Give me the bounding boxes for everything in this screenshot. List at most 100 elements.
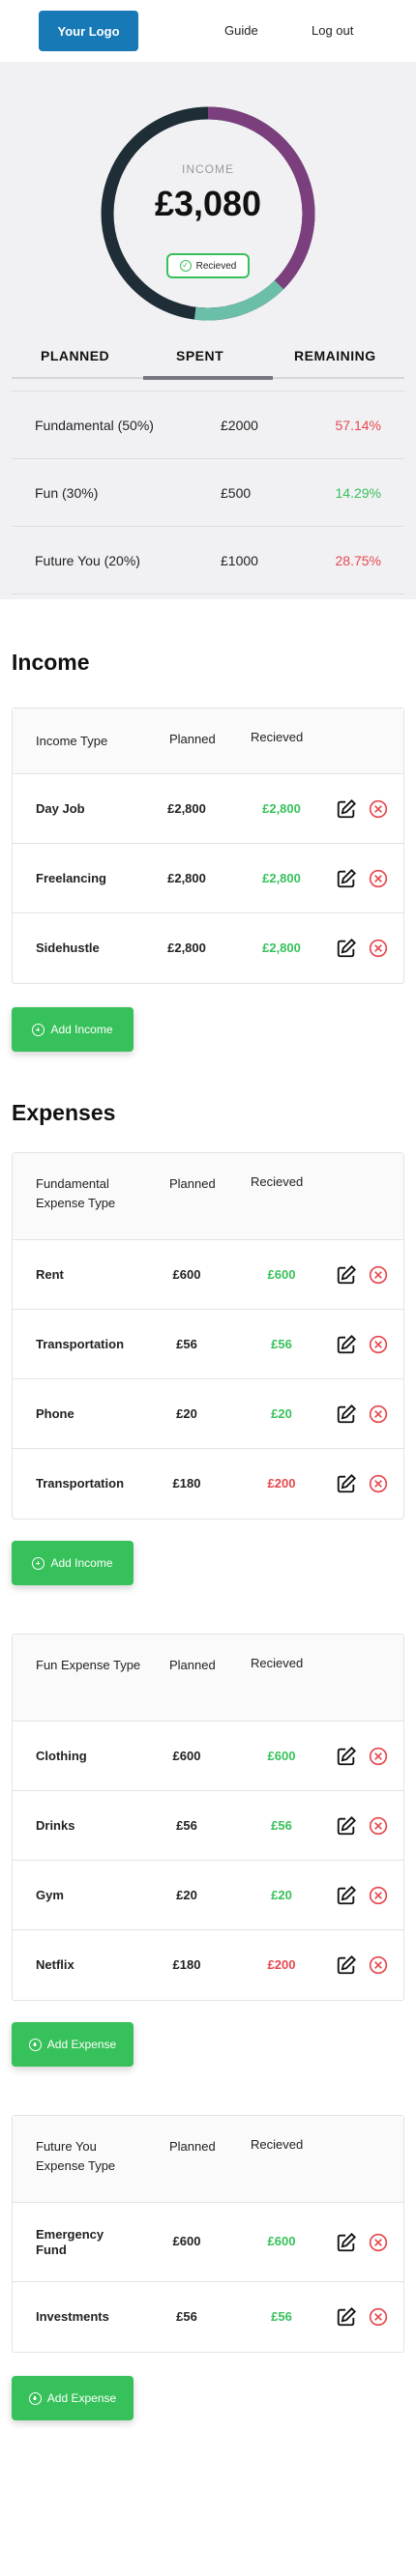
top-header: Your Logo Guide Log out <box>0 0 416 62</box>
row-recieved: £2,800 <box>262 941 301 955</box>
delete-icon[interactable] <box>369 1816 388 1836</box>
header-recieved: Recieved <box>251 1656 304 1670</box>
fun-table-header: Fun Expense Type Planned Recieved <box>13 1635 403 1722</box>
delete-icon[interactable] <box>369 1404 388 1424</box>
delete-icon[interactable] <box>369 1886 388 1905</box>
table-row: Transportation £56 £56 <box>13 1310 403 1379</box>
table-row: Sidehustle £2,800 £2,800 <box>13 913 403 983</box>
category-row: Fundamental (50%) £2000 57.14% <box>12 391 404 459</box>
table-row: Netflix £180 £200 <box>13 1930 403 2000</box>
delete-icon[interactable] <box>369 799 388 819</box>
add-income-label: Add Income <box>50 1023 113 1036</box>
table-row: Phone £20 £20 <box>13 1379 403 1449</box>
row-name: Investments <box>36 2309 109 2324</box>
row-planned: £2,800 <box>167 941 206 955</box>
nav-guide-link[interactable]: Guide <box>224 23 258 38</box>
edit-icon[interactable] <box>336 938 357 959</box>
row-name: Gym <box>36 1888 64 1902</box>
row-name: Transportation <box>36 1476 125 1491</box>
edit-icon[interactable] <box>336 868 357 889</box>
fundamental-expenses-table: Fundamental Expense Type Planned Recieve… <box>12 1152 404 1520</box>
edit-icon[interactable] <box>336 2306 357 2328</box>
nav-logout-link[interactable]: Log out <box>312 23 353 38</box>
header-expense-type: Future You Expense Type <box>36 2139 116 2173</box>
add-income-button[interactable]: Add Income <box>12 1007 134 1052</box>
add-fun-expense-button[interactable]: Add Expense <box>12 2022 134 2067</box>
edit-icon[interactable] <box>336 1334 357 1355</box>
delete-icon[interactable] <box>369 869 388 888</box>
table-row: Rent £600 £600 <box>13 1240 403 1310</box>
logo-button[interactable]: Your Logo <box>39 11 138 51</box>
edit-icon[interactable] <box>336 1885 357 1906</box>
row-planned: £180 <box>172 1476 201 1491</box>
category-row: Future You (20%) £1000 28.75% <box>12 527 404 594</box>
future-you-table-header: Future You Expense Type Planned Recieved <box>13 2116 403 2203</box>
row-name: Clothing <box>36 1749 87 1763</box>
edit-icon[interactable] <box>336 798 357 820</box>
delete-icon[interactable] <box>369 1747 388 1766</box>
add-fundamental-label: Add Income <box>50 1556 113 1570</box>
row-name: Freelancing <box>36 871 106 885</box>
plus-circle-icon <box>28 2391 42 2405</box>
add-future-you-expense-button[interactable]: Add Expense <box>12 2376 134 2420</box>
category-percent: 28.75% <box>335 553 381 568</box>
tab-remaining[interactable]: REMAINING <box>294 348 376 363</box>
edit-icon[interactable] <box>336 2232 357 2253</box>
row-recieved: £200 <box>267 1476 296 1491</box>
delete-icon[interactable] <box>369 939 388 958</box>
category-percent: 57.14% <box>335 418 381 433</box>
delete-icon[interactable] <box>369 2233 388 2252</box>
row-recieved: £20 <box>271 1406 292 1421</box>
tab-spent[interactable]: SPENT <box>176 348 223 363</box>
edit-icon[interactable] <box>336 1815 357 1837</box>
header-expense-type: Fun Expense Type <box>36 1658 141 1672</box>
add-fundamental-button[interactable]: Add Income <box>12 1541 134 1585</box>
row-recieved: £56 <box>271 1337 292 1351</box>
add-fun-expense-label: Add Expense <box>46 2038 117 2051</box>
delete-icon[interactable] <box>369 1955 388 1975</box>
add-future-you-expense-label: Add Expense <box>46 2391 117 2405</box>
row-name: Rent <box>36 1267 64 1282</box>
check-circle-icon: ✓ <box>179 260 192 272</box>
row-planned: £56 <box>176 1337 197 1351</box>
row-recieved: £2,800 <box>262 801 301 816</box>
row-name: Netflix <box>36 1957 74 1972</box>
delete-icon[interactable] <box>369 1474 388 1493</box>
delete-icon[interactable] <box>369 1335 388 1354</box>
row-recieved: £2,800 <box>262 871 301 885</box>
header-recieved: Recieved <box>251 730 304 744</box>
edit-icon[interactable] <box>336 1404 357 1425</box>
row-recieved: £56 <box>271 1818 292 1833</box>
recieved-badge[interactable]: ✓ Recieved <box>166 253 250 278</box>
header-recieved: Recieved <box>251 1174 304 1189</box>
row-recieved: £600 <box>267 1749 296 1763</box>
category-percent: 14.29% <box>335 485 381 501</box>
row-recieved: £600 <box>267 1267 296 1282</box>
row-name: Transportation <box>36 1337 125 1351</box>
tab-planned[interactable]: PLANNED <box>41 348 109 363</box>
edit-icon[interactable] <box>336 1264 357 1286</box>
delete-icon[interactable] <box>369 2307 388 2327</box>
category-name: Future You (20%) <box>35 553 140 568</box>
row-recieved: £20 <box>271 1888 292 1902</box>
header-income-type: Income Type <box>36 734 108 748</box>
row-recieved: £600 <box>267 2234 296 2248</box>
summary-tabs: PLANNED SPENT REMAINING <box>12 348 404 377</box>
row-planned: £600 <box>172 1267 201 1282</box>
row-name: Day Job <box>36 801 85 816</box>
delete-icon[interactable] <box>369 1265 388 1285</box>
category-breakdown: Fundamental (50%) £2000 57.14% Fun (30%)… <box>12 391 404 594</box>
income-table: Income Type Planned Recieved Day Job £2,… <box>12 708 404 984</box>
future-you-expenses-table: Future You Expense Type Planned Recieved… <box>12 2115 404 2353</box>
edit-icon[interactable] <box>336 1954 357 1976</box>
plus-circle-icon <box>28 2038 42 2051</box>
edit-icon[interactable] <box>336 1746 357 1767</box>
row-name: Drinks <box>36 1818 75 1833</box>
budget-summary: INCOME £3,080 ✓ Recieved PLANNED SPENT R… <box>0 62 416 599</box>
edit-icon[interactable] <box>336 1473 357 1494</box>
table-row: Freelancing £2,800 £2,800 <box>13 844 403 913</box>
income-table-header: Income Type Planned Recieved <box>13 709 403 774</box>
category-name: Fun (30%) <box>35 485 99 501</box>
category-name: Fundamental (50%) <box>35 418 154 433</box>
row-recieved: £56 <box>271 2309 292 2324</box>
